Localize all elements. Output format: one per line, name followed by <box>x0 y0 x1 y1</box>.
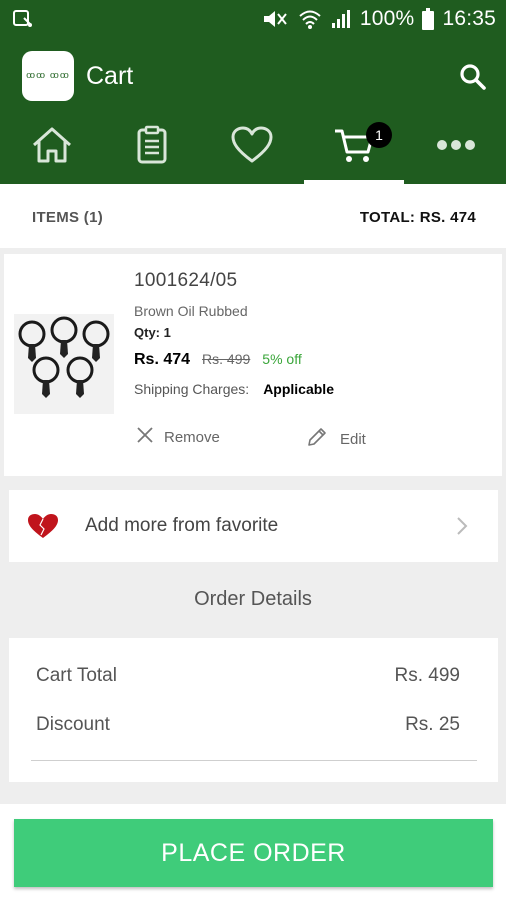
cart-item-card[interactable]: 1001624/05 Brown Oil Rubbed Qty: 1 Rs. 4… <box>4 254 502 476</box>
shipping-label: Shipping Charges: <box>134 381 250 397</box>
signal-icon <box>330 8 352 30</box>
heart-icon <box>231 126 273 169</box>
tab-more[interactable] <box>406 110 506 184</box>
logo-text: ꝏꝏ ꝏꝏ <box>26 71 70 81</box>
app-logo[interactable]: ꝏꝏ ꝏꝏ <box>22 51 74 101</box>
original-price: Rs. 499 <box>202 351 251 367</box>
search-icon <box>458 64 488 96</box>
chevron-right-icon <box>456 516 468 541</box>
edit-label: Edit <box>340 430 366 448</box>
home-icon <box>30 125 74 170</box>
cart-summary: ITEMS (1) TOTAL: RS. 474 <box>0 184 506 248</box>
battery-percent: 100% <box>359 7 415 30</box>
shipping-row: Shipping Charges: Applicable <box>134 381 334 397</box>
product-name: Brown Oil Rubbed <box>134 303 248 319</box>
product-qty: Qty: 1 <box>134 325 171 340</box>
remove-label: Remove <box>164 428 220 446</box>
cart-total-amount: TOTAL: RS. 474 <box>359 209 476 226</box>
app-bar: ꝏꝏ ꝏꝏ Cart <box>0 38 506 110</box>
page-title: Cart <box>86 62 134 90</box>
tab-cart[interactable]: 1 <box>304 110 404 184</box>
tab-bar: 1 <box>0 110 506 184</box>
favorite-label: Add more from favorite <box>85 515 279 536</box>
current-price: Rs. 474 <box>134 351 191 368</box>
discount-percent: 5% off <box>262 351 302 367</box>
tab-home[interactable] <box>2 110 102 184</box>
status-bar: 100% 16:35 <box>0 0 506 38</box>
battery-icon <box>422 8 435 30</box>
heart-filled-icon <box>27 513 59 544</box>
mute-icon <box>262 8 290 30</box>
add-from-favorite-row[interactable]: Add more from favorite <box>9 490 498 562</box>
discount-row: Discount Rs. 25 <box>36 714 460 736</box>
price-row: Rs. 474 Rs. 499 5% off <box>134 351 302 369</box>
remove-button[interactable]: Remove <box>136 426 220 448</box>
wifi-icon <box>298 8 322 30</box>
close-icon <box>136 426 154 448</box>
cart-total-value: Rs. 499 <box>394 665 460 686</box>
order-details-title: Order Details <box>194 588 312 610</box>
product-sku: 1001624/05 <box>134 270 238 291</box>
place-order-button[interactable]: PLACE ORDER <box>14 819 493 887</box>
tab-favorites[interactable] <box>202 110 302 184</box>
cart-total-row: Cart Total Rs. 499 <box>36 665 460 687</box>
tab-orders[interactable] <box>102 110 202 184</box>
shipping-value: Applicable <box>263 381 334 397</box>
screen-mirror-icon <box>12 8 34 30</box>
clock: 16:35 <box>442 7 496 30</box>
more-icon <box>436 138 476 156</box>
pencil-icon <box>306 426 328 452</box>
divider <box>31 760 477 761</box>
product-image[interactable] <box>14 314 114 414</box>
order-details-card: Cart Total Rs. 499 Discount Rs. 25 <box>9 638 498 782</box>
discount-value: Rs. 25 <box>405 714 460 735</box>
clipboard-icon <box>135 125 169 170</box>
items-count: ITEMS (1) <box>32 209 104 226</box>
cart-total-label: Cart Total <box>36 665 117 686</box>
cart-badge: 1 <box>366 122 392 148</box>
discount-label: Discount <box>36 714 110 735</box>
edit-button[interactable]: Edit <box>306 426 366 452</box>
search-button[interactable] <box>458 62 488 92</box>
